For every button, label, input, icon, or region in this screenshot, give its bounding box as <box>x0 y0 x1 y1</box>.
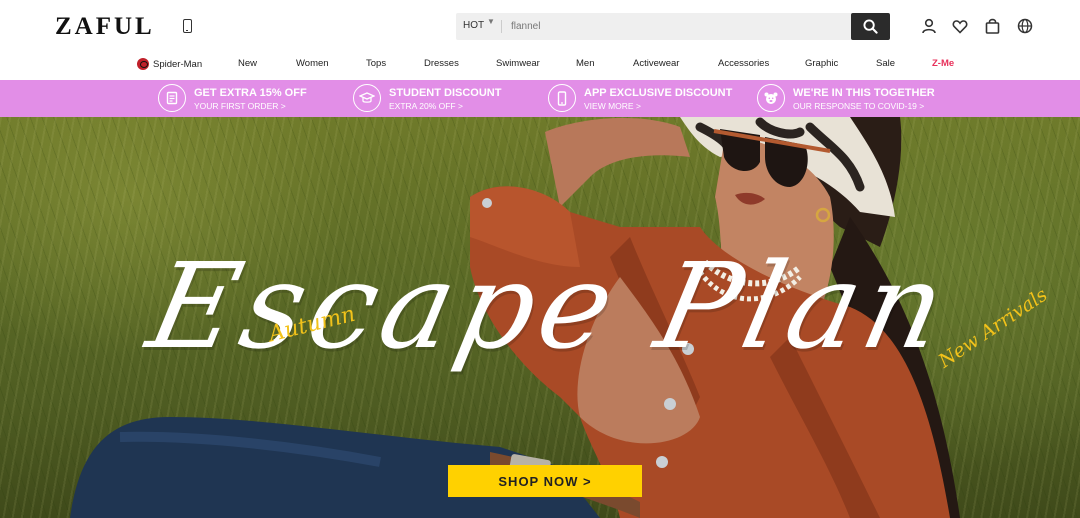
search-input[interactable] <box>511 17 841 36</box>
language-button[interactable] <box>1016 17 1034 35</box>
nav-item-spider-man[interactable]: Spider-Man <box>137 58 202 70</box>
search-button[interactable] <box>851 13 890 40</box>
account-button[interactable] <box>920 17 938 35</box>
bear-icon <box>757 84 785 112</box>
heart-icon <box>952 19 968 34</box>
mobile-app-icon[interactable] <box>183 19 192 33</box>
nav-item-graphic[interactable]: Graphic <box>805 58 838 69</box>
promo-title: STUDENT DISCOUNT <box>389 87 502 99</box>
nav-item-women[interactable]: Women <box>296 58 329 69</box>
shopping-bag-icon <box>985 18 999 34</box>
hero-banner[interactable]: Escape Plan Autumn New Arrivals SHOP NOW… <box>0 117 1080 518</box>
nav-item-sale[interactable]: Sale <box>876 58 895 69</box>
nav-item-z-me[interactable]: Z-Me <box>932 58 954 69</box>
nav-item-men[interactable]: Men <box>576 58 594 69</box>
chevron-down-icon[interactable]: ▼ <box>487 17 495 26</box>
graduation-cap-icon <box>353 84 381 112</box>
promo-link[interactable]: VIEW MORE > <box>584 101 641 111</box>
globe-icon <box>1017 18 1033 34</box>
nav-item-activewear[interactable]: Activewear <box>633 58 679 69</box>
promo-link[interactable]: EXTRA 20% OFF > <box>389 101 463 111</box>
wishlist-button[interactable] <box>951 17 969 35</box>
promo-title: WE'RE IN THIS TOGETHER <box>793 87 935 99</box>
cart-button[interactable] <box>983 17 1001 35</box>
promo-title: APP EXCLUSIVE DISCOUNT <box>584 87 733 99</box>
shop-now-button[interactable]: SHOP NOW > <box>448 465 642 497</box>
nav-item-dresses[interactable]: Dresses <box>424 58 459 69</box>
promo-link[interactable]: OUR RESPONSE TO COVID-19 > <box>793 101 924 111</box>
promo-strip: GET EXTRA 15% OFF YOUR FIRST ORDER > STU… <box>0 80 1080 117</box>
nav-label: Spider-Man <box>153 59 203 70</box>
nav-item-tops[interactable]: Tops <box>366 58 386 69</box>
spider-man-icon <box>137 58 149 70</box>
promo-link[interactable]: YOUR FIRST ORDER > <box>194 101 286 111</box>
search-icon <box>863 19 878 34</box>
zaful-logo[interactable]: ZAFUL <box>55 13 155 41</box>
promo-title: GET EXTRA 15% OFF <box>194 87 307 99</box>
phone-icon <box>548 84 576 112</box>
category-nav: Spider-Man New Women Tops Dresses Swimwe… <box>0 52 1080 80</box>
search-divider <box>501 20 502 33</box>
hero-title: Escape Plan <box>137 237 963 375</box>
nav-item-swimwear[interactable]: Swimwear <box>496 58 540 69</box>
user-icon <box>922 18 936 34</box>
nav-item-accessories[interactable]: Accessories <box>718 58 769 69</box>
search-category-select[interactable]: HOT <box>463 20 484 31</box>
nav-item-new[interactable]: New <box>238 58 257 69</box>
site-header: ZAFUL HOT ▼ <box>0 0 1080 52</box>
search-bar: HOT ▼ <box>456 13 890 40</box>
coupon-icon <box>158 84 186 112</box>
